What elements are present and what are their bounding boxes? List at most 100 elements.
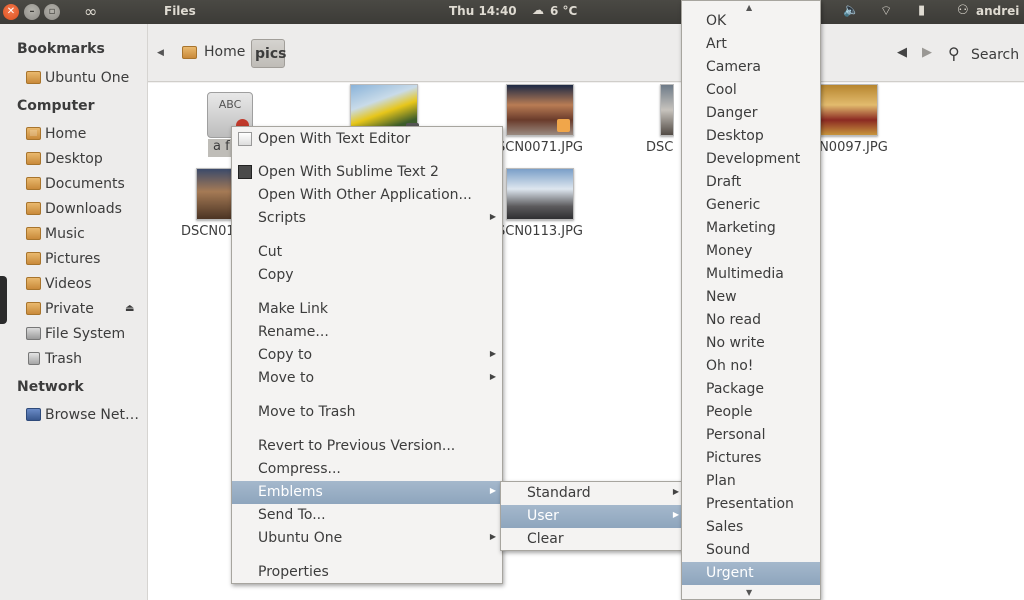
menu-item-label: Properties [258,564,329,580]
menu-item-emblem-presentation[interactable]: Presentation [682,493,820,516]
menu-item-standard[interactable]: Standard ▶ [501,482,685,505]
menu-item-emblem-marketing[interactable]: Marketing [682,217,820,240]
menu-item-emblem-development[interactable]: Development [682,148,820,171]
forward-arrow-icon[interactable]: ▶ [922,45,932,60]
menu-item-emblem-camera[interactable]: Camera [682,56,820,79]
sidebar-item-downloads[interactable]: Downloads [24,199,146,221]
breadcrumb-label: pics [255,46,287,62]
launcher-reveal-handle[interactable] [0,276,7,324]
toolbar: ◀ Home pics ◀ ▶ ⚲ Search [148,24,1024,82]
breadcrumb-home[interactable]: Home [178,38,253,68]
battery-icon[interactable]: ▮ [918,3,925,18]
menu-item-label: Copy to [258,347,313,363]
menu-item-label: Multimedia [706,266,784,282]
scroll-down-arrow-icon[interactable]: ▼ [746,588,752,597]
search-icon[interactable]: ⚲ [948,44,960,63]
menu-item-send-to[interactable]: Send To... [232,504,502,527]
sidebar-item-desktop[interactable]: Desktop [24,149,146,171]
menu-item-label: Camera [706,59,761,75]
menu-item-emblem-draft[interactable]: Draft [682,171,820,194]
menu-item-user[interactable]: User ▶ [501,505,685,528]
menu-item-move-to[interactable]: Move to ▶ [232,367,502,390]
menu-item-copy[interactable]: Copy [232,264,502,287]
back-arrow-icon[interactable]: ◀ [897,45,907,60]
menu-item-emblem-sound[interactable]: Sound [682,539,820,562]
sidebar-item-home[interactable]: Home [24,124,146,146]
menu-item-ubuntu-one[interactable]: Ubuntu One ▶ [232,527,502,550]
menu-item-emblem-personal[interactable]: Personal [682,424,820,447]
submenu-arrow-icon: ▶ [489,349,496,358]
user-name[interactable]: andrei [976,4,1019,18]
menu-item-emblem-oh-no[interactable]: Oh no! [682,355,820,378]
menu-item-emblem-money[interactable]: Money [682,240,820,263]
menu-item-copy-to[interactable]: Copy to ▶ [232,344,502,367]
menu-item-emblem-new[interactable]: New [682,286,820,309]
clock[interactable]: Thu 14:40 [449,4,517,18]
menu-item-emblem-people[interactable]: People [682,401,820,424]
menu-item-rename[interactable]: Rename... [232,321,502,344]
sidebar-item-file-system[interactable]: File System [24,324,146,346]
volume-icon[interactable]: 🔈 [843,3,859,18]
menu-item-emblem-danger[interactable]: Danger [682,102,820,125]
menu-item-label: Cool [706,82,737,98]
menu-item-label: Money [706,243,753,259]
search-button-label[interactable]: Search [971,47,1019,63]
menu-item-cut[interactable]: Cut [232,241,502,264]
file-item[interactable]: DSCN [634,84,674,155]
minimize-window-button[interactable]: – [24,4,40,20]
menu-item-clear[interactable]: Clear [501,528,685,551]
menu-item-open-sublime[interactable]: Open With Sublime Text 2 [232,161,502,184]
menu-item-open-other[interactable]: Open With Other Application... [232,184,502,207]
menu-item-emblem-cool[interactable]: Cool [682,79,820,102]
menu-item-emblem-generic[interactable]: Generic [682,194,820,217]
menu-item-emblem-ok[interactable]: OK [682,10,820,33]
menu-item-emblem-multimedia[interactable]: Multimedia [682,263,820,286]
menu-item-emblem-package[interactable]: Package [682,378,820,401]
menu-item-properties[interactable]: Properties [232,561,502,584]
menu-item-emblem-no-write[interactable]: No write [682,332,820,355]
weather-temp[interactable]: 6 °C [550,4,577,18]
menu-item-label: Plan [706,473,736,489]
sidebar-item-documents[interactable]: Documents [24,174,146,196]
submenu-arrow-icon: ▶ [489,372,496,381]
menu-item-emblem-plan[interactable]: Plan [682,470,820,493]
menu-item-move-to-trash[interactable]: Move to Trash [232,401,502,424]
menu-item-emblem-no-read[interactable]: No read [682,309,820,332]
menu-item-label: Generic [706,197,761,213]
menu-item-make-link[interactable]: Make Link [232,298,502,321]
file-item[interactable]: CN0097.JPG [810,84,900,155]
sidebar-item-label: Videos [45,276,92,292]
menu-item-revert[interactable]: Revert to Previous Version... [232,435,502,458]
breadcrumb-pics[interactable]: pics [251,39,287,68]
maximize-window-button[interactable]: ▫ [44,4,60,20]
sidebar-item-music[interactable]: Music [24,224,146,246]
wifi-icon[interactable]: ⌔ [880,3,892,19]
sidebar-item-browse-network[interactable]: Browse Net… [24,405,146,427]
sidebar-item-pictures[interactable]: Pictures [24,249,146,271]
menu-item-emblem-urgent[interactable]: Urgent [682,562,820,585]
menu-item-emblem-desktop[interactable]: Desktop [682,125,820,148]
sidebar-item-ubuntu-one[interactable]: Ubuntu One [24,68,146,90]
breadcrumb-scroll-left-icon[interactable]: ◀ [157,48,164,58]
menu-item-label: Move to Trash [258,404,356,420]
user-icon[interactable]: ⚇ [957,3,969,18]
network-icon [26,408,41,421]
menu-item-scripts[interactable]: Scripts ▶ [232,207,502,230]
menu-item-label: Danger [706,105,758,121]
menu-item-compress[interactable]: Compress... [232,458,502,481]
menu-item-emblem-pictures[interactable]: Pictures [682,447,820,470]
menu-item-label: Make Link [258,301,328,317]
eject-icon[interactable]: ⏏ [125,303,134,314]
menu-item-label: Open With Other Application... [258,187,472,203]
weather-icon[interactable]: ☁ [532,3,544,17]
menu-item-open-text-editor[interactable]: Open With Text Editor [232,128,502,151]
menu-item-emblem-sales[interactable]: Sales [682,516,820,539]
menu-item-emblems[interactable]: Emblems ▶ [232,481,502,504]
sidebar-item-videos[interactable]: Videos [24,274,146,296]
menu-item-emblem-art[interactable]: Art [682,33,820,56]
ubuntu-one-indicator-icon[interactable]: ∞ [84,2,97,21]
sidebar-item-label: Pictures [45,251,101,267]
sidebar-item-trash[interactable]: Trash [24,349,146,371]
close-window-button[interactable]: ✕ [3,4,19,20]
menu-item-label: Desktop [706,128,764,144]
